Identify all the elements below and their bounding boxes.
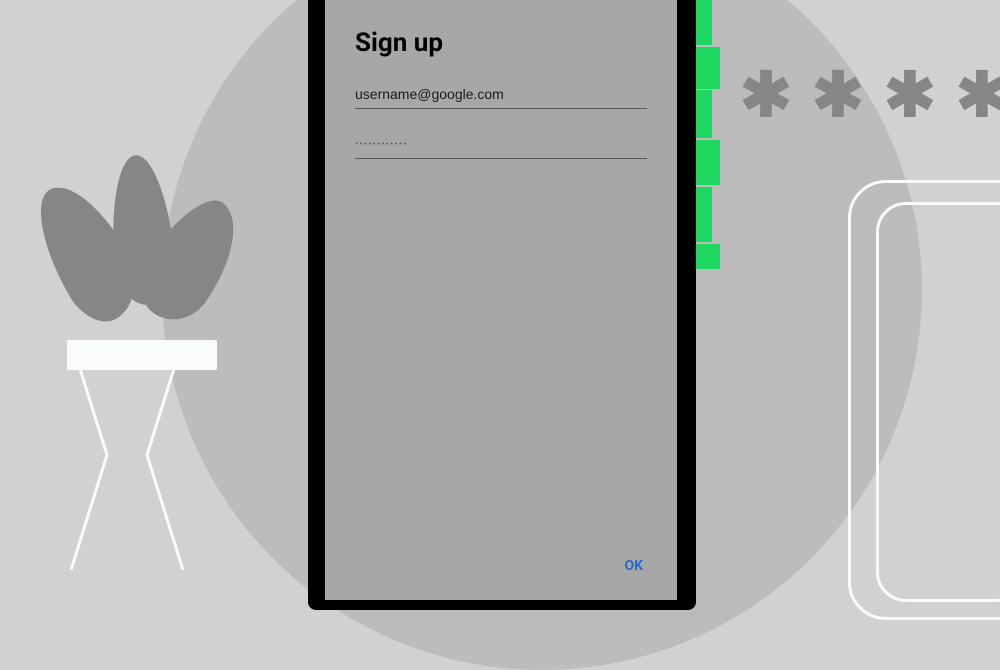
accent-bar <box>696 244 720 269</box>
asterisk-icon: ✱ <box>812 65 864 127</box>
asterisk-icon: ✱ <box>740 65 792 127</box>
page-title: Sign up <box>355 28 647 58</box>
accent-bar <box>696 0 712 45</box>
accent-bar <box>696 187 712 242</box>
plant-illustration <box>0 155 240 605</box>
accent-bar <box>696 140 720 185</box>
ok-button[interactable]: OK <box>620 552 647 580</box>
tablet-inner-icon <box>876 202 1000 602</box>
username-field[interactable] <box>355 80 647 109</box>
accent-bar <box>696 47 720 89</box>
password-field[interactable]: •••••••••••• <box>355 131 647 159</box>
asterisk-icon: ✱ <box>956 65 1000 127</box>
accent-bar <box>696 90 712 138</box>
phone-screen: Sign up •••••••••••• OK <box>325 0 677 600</box>
asterisk-icon: ✱ <box>884 65 936 127</box>
password-asterisks: ✱ ✱ ✱ ✱ <box>740 65 1000 127</box>
pot-icon <box>67 340 217 600</box>
pot-outline-icon <box>67 340 187 570</box>
